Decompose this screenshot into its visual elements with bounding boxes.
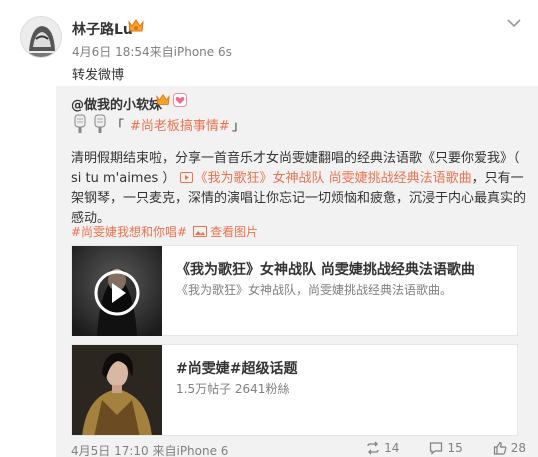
repost-count: 14 xyxy=(384,441,400,455)
topic-thumbnail[interactable] xyxy=(72,345,162,435)
video-link[interactable]: 《我为歌狂》女神战队 尚雯婕挑战经典法语歌曲 xyxy=(179,171,472,186)
microphone-icon xyxy=(74,114,86,133)
post-meta[interactable]: 4月6日 18:54来自iPhone 6s xyxy=(72,43,232,60)
microphone-icon xyxy=(94,114,106,133)
repost-icon xyxy=(367,441,379,455)
action-bar: 14 15 28 xyxy=(366,441,526,455)
bracket-close: 」 xyxy=(231,118,245,134)
view-picture-label[interactable]: 查看图片 xyxy=(210,223,258,240)
heart-badge-icon[interactable] xyxy=(173,93,187,107)
video-link-label[interactable]: 《我为歌狂》女神战队 尚雯婕挑战经典法语歌曲 xyxy=(195,171,472,186)
avatar[interactable] xyxy=(20,16,62,58)
quoted-post: @做我的小软妹 「 #尚老板搞事情# 」 清明假期结束啦，分享一首音乐才女尚雯婕… xyxy=(56,86,538,457)
bracket-open: 「 xyxy=(111,118,125,134)
repost-text: 转发微博 xyxy=(72,68,125,83)
like-button[interactable]: 28 xyxy=(493,441,526,455)
video-thumbnail[interactable] xyxy=(72,246,162,336)
original-body: 清明假期结束啦，分享一首音乐才女尚雯婕翻唱的经典法语歌《只要你爱我》（ si t… xyxy=(71,149,531,229)
comment-count: 15 xyxy=(447,441,463,455)
video-icon xyxy=(179,172,193,183)
original-author-link[interactable]: @做我的小软妹 xyxy=(71,94,162,113)
original-meta[interactable]: 4月5日 17:10 来自iPhone 6 xyxy=(71,442,228,457)
view-picture-link[interactable]: 查看图片 xyxy=(193,223,258,240)
comment-button[interactable]: 15 xyxy=(429,441,463,455)
video-card-title[interactable]: 《我为歌狂》女神战队 尚雯婕挑战经典法语歌曲 xyxy=(176,259,475,279)
like-count: 28 xyxy=(510,441,526,455)
video-card-desc: 《我为歌狂》女神战队，尚雯婕挑战经典法语歌曲。 xyxy=(176,283,453,297)
vip-crown-icon[interactable] xyxy=(127,18,145,34)
topic-card-stats: 1.5万帖子 2641粉絲 xyxy=(176,382,290,396)
hashtag-link[interactable]: #尚老板搞事情# xyxy=(130,115,230,134)
super-topic-card[interactable]: #尚雯婕#超级话题 1.5万帖子 2641粉絲 xyxy=(71,344,518,436)
topic-card-title[interactable]: #尚雯婕#超级话题 xyxy=(176,358,297,378)
thumbs-up-icon xyxy=(493,441,507,455)
username[interactable]: 林子路Lu xyxy=(72,19,133,39)
video-card[interactable]: 《我为歌狂》女神战队 尚雯婕挑战经典法语歌曲 《我为歌狂》女神战队，尚雯婕挑战经… xyxy=(71,245,518,336)
vip-crown-icon[interactable] xyxy=(155,93,171,107)
chevron-down-icon[interactable] xyxy=(506,17,522,29)
topic-link[interactable]: #尚雯婕我想和你唱# xyxy=(71,223,187,240)
picture-icon xyxy=(193,226,208,237)
repost-button[interactable]: 14 xyxy=(366,441,399,455)
comment-icon xyxy=(430,442,443,455)
